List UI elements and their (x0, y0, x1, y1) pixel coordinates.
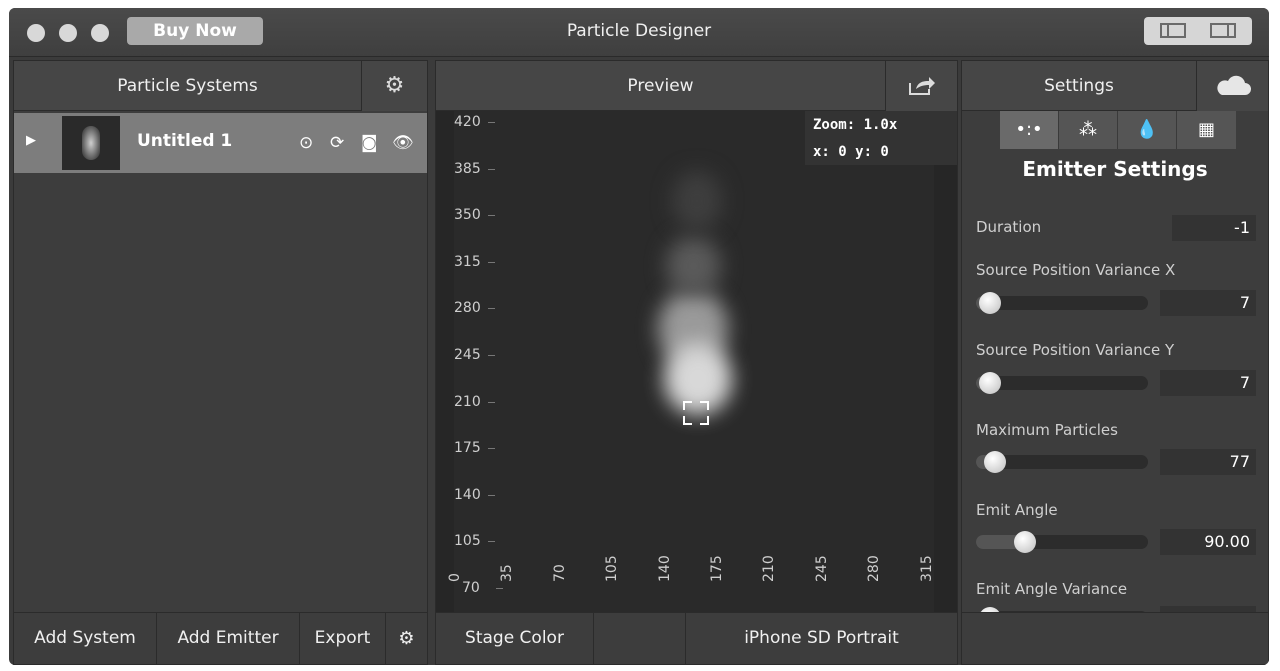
gear-icon[interactable]: ⚙ (361, 61, 427, 111)
panel-title: Preview (436, 61, 885, 111)
export-settings-gear-icon[interactable]: ⚙ (386, 613, 427, 664)
emit-angle-field[interactable]: 90.00 (1160, 529, 1256, 555)
share-icon[interactable] (885, 61, 957, 111)
particle-smoke (672, 171, 722, 231)
zoom-level: Zoom: 1.0x (813, 117, 898, 133)
particle-systems-panel: Particle Systems ⚙ ▶ Untitled 1 ⊙ ⟳ ◙ 👁 (13, 60, 428, 617)
stop-icon[interactable]: ◙ (361, 133, 378, 153)
x-tick-label: 315 (918, 555, 935, 582)
view-toggle (1144, 17, 1252, 45)
x-tick-label: 245 (813, 555, 830, 582)
list-item[interactable]: ▶ Untitled 1 ⊙ ⟳ ◙ 👁 (14, 113, 427, 173)
left-bottom-bar: Add System Add Emitter Export ⚙ (13, 612, 428, 665)
tab-texture-checker-icon[interactable]: ▦ (1177, 111, 1236, 149)
emitter-position-icon[interactable] (683, 401, 709, 425)
stage-color-swatch[interactable] (594, 613, 686, 664)
max-particles-slider[interactable] (976, 451, 1148, 473)
settings-tabs: •:• ⁂ 💧 ▦ (1000, 111, 1236, 149)
window-title: Particle Designer (566, 21, 712, 41)
add-emitter-button[interactable]: Add Emitter (157, 613, 300, 664)
source-variance-x-slider[interactable] (976, 292, 1148, 314)
system-thumbnail (62, 116, 120, 170)
stage-color-button[interactable]: Stage Color (436, 613, 594, 664)
x-tick-label: 70 (551, 564, 568, 582)
panel-title: Particle Systems (14, 61, 361, 111)
duration-label: Duration (976, 218, 1042, 236)
y-tick-label: 175 (454, 440, 495, 457)
y-tick-label: 245 (454, 347, 495, 363)
device-dropdown[interactable]: iPhone SD Portrait (686, 613, 957, 664)
tab-color-drop-icon[interactable]: 💧 (1118, 111, 1177, 149)
title-bar: Buy Now Particle Designer (9, 8, 1269, 57)
eye-icon[interactable]: 👁 (392, 133, 414, 153)
particle-trail (666, 236, 721, 296)
x-tick-label: 175 (709, 555, 725, 582)
y-tick-label: 420 (454, 114, 495, 130)
x-tick-label: 0 (447, 573, 463, 582)
export-button[interactable]: Export (300, 613, 386, 664)
source-variance-x-label: Source Position Variance X (976, 261, 1176, 279)
tab-particle-icon[interactable]: ⁂ (1059, 111, 1118, 149)
source-variance-y-slider[interactable] (976, 372, 1148, 394)
y-tick-label: 210 (454, 393, 495, 410)
emit-angle-label: Emit Angle (976, 501, 1058, 519)
duration-field[interactable]: -1 (1172, 215, 1256, 241)
tab-emitter-icon[interactable]: •:• (1000, 111, 1059, 149)
cursor-coordinates: x: 0 y: 0 (813, 144, 889, 160)
source-variance-y-field[interactable]: 7 (1160, 370, 1256, 396)
x-tick-label: 105 (604, 555, 621, 582)
x-tick-label: 210 (761, 555, 778, 582)
panel-title: Settings (962, 61, 1196, 111)
y-tick-label: 105 (454, 533, 495, 550)
emit-angle-variance-label: Emit Angle Variance (976, 580, 1128, 598)
add-system-button[interactable]: Add System (14, 613, 157, 664)
max-particles-field[interactable]: 77 (1160, 449, 1256, 475)
left-sidebar-toggle-icon[interactable] (1160, 23, 1186, 38)
settings-panel: Settings •:• ⁂ 💧 ▦ Emitter Settings Dura… (961, 60, 1269, 632)
system-name: Untitled 1 (137, 131, 233, 151)
source-variance-y-label: Source Position Variance Y (976, 341, 1175, 359)
cloud-icon[interactable] (1196, 61, 1268, 111)
disclosure-triangle-icon[interactable]: ▶ (26, 133, 36, 148)
preview-canvas[interactable]: Zoom: 1.0x x: 0 y: 0 420 385 350 315 280 245 2… (436, 111, 957, 616)
target-icon[interactable]: ⊙ (299, 133, 313, 153)
source-variance-x-field[interactable]: 7 (1160, 290, 1256, 316)
emit-angle-slider[interactable] (976, 531, 1148, 553)
app-window: Buy Now Particle Designer Particle Syste… (9, 8, 1269, 665)
x-tick-label: 140 (656, 555, 673, 582)
max-particles-label: Maximum Particles (976, 421, 1118, 439)
section-title: Emitter Settings (1022, 157, 1208, 181)
y-tick-label: 140 (454, 486, 495, 503)
zoom-readout: Zoom: 1.0x x: 0 y: 0 (805, 111, 957, 165)
preview-panel: Preview Zoom: 1.0x x: 0 y: 0 420 385 350… (435, 60, 958, 617)
refresh-icon[interactable]: ⟳ (330, 133, 344, 153)
x-tick-label: 35 (499, 564, 516, 582)
y-tick-label: 350 (454, 207, 495, 224)
y-tick-label: 280 (454, 300, 495, 317)
y-tick-label: 385 (454, 160, 495, 177)
right-bottom-bar (961, 612, 1269, 665)
y-tick-label: 70 (462, 580, 503, 596)
center-bottom-bar: Stage Color iPhone SD Portrait (435, 612, 958, 665)
x-tick-label: 280 (866, 555, 883, 582)
y-tick-label: 315 (454, 253, 495, 270)
right-sidebar-toggle-icon[interactable] (1210, 23, 1236, 38)
